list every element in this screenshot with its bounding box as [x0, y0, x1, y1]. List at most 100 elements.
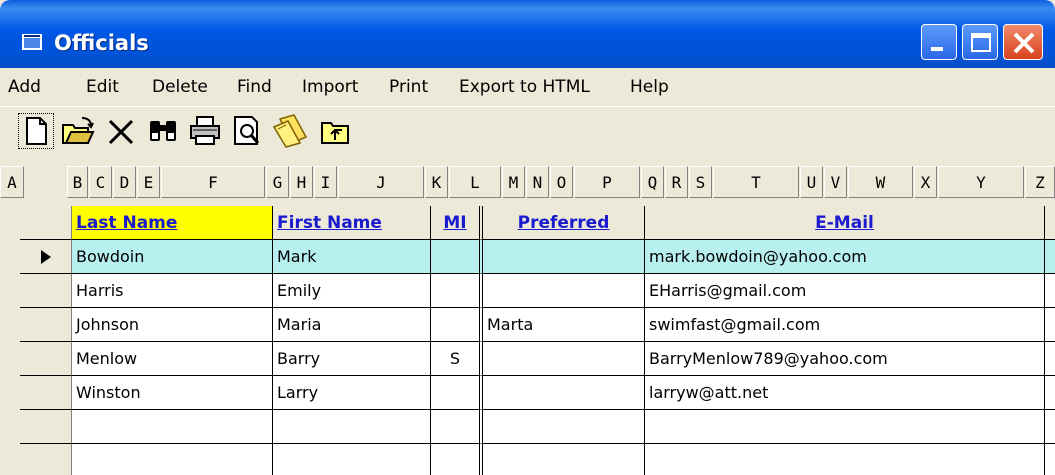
title-bar[interactable]: Officials — [0, 0, 1055, 68]
menu-edit[interactable]: Edit — [86, 77, 119, 97]
cell-first-name[interactable] — [273, 410, 431, 444]
menu-find[interactable]: Find — [237, 77, 272, 97]
letter-h[interactable]: H — [290, 166, 313, 198]
cell-email[interactable] — [645, 444, 1045, 475]
cell-first-name[interactable]: Maria — [273, 308, 431, 342]
cell-mi[interactable] — [431, 376, 483, 410]
letter-z[interactable]: Z — [1025, 166, 1055, 198]
cell-mi[interactable]: S — [431, 342, 483, 376]
cell-email[interactable] — [645, 410, 1045, 444]
letter-x[interactable]: X — [914, 166, 937, 198]
cell-mi[interactable] — [431, 274, 483, 308]
menu-export-html[interactable]: Export to HTML — [459, 77, 590, 97]
maximize-button[interactable] — [962, 24, 998, 60]
binoculars-find-icon[interactable] — [146, 113, 182, 149]
cell-mi[interactable] — [431, 410, 483, 444]
letter-m[interactable]: M — [502, 166, 525, 198]
new-document-icon[interactable] — [18, 113, 54, 149]
cell-filler — [1045, 308, 1055, 342]
cell-preferred[interactable] — [483, 274, 645, 308]
letter-k[interactable]: K — [425, 166, 448, 198]
letter-r[interactable]: R — [665, 166, 688, 198]
letter-o[interactable]: O — [550, 166, 573, 198]
row-selector-current[interactable] — [20, 240, 72, 274]
row-selector[interactable] — [20, 444, 72, 475]
cell-mi[interactable] — [431, 240, 483, 274]
cell-first-name[interactable] — [273, 444, 431, 475]
officials-grid[interactable]: Last Name First Name MI Preferred E-Mail… — [20, 206, 1055, 475]
cell-last-name[interactable]: Harris — [72, 274, 273, 308]
row-selector[interactable] — [20, 410, 72, 444]
header-preferred[interactable]: Preferred — [483, 206, 645, 240]
letter-a[interactable]: A — [0, 166, 24, 198]
row-selector[interactable] — [20, 342, 72, 376]
menu-delete[interactable]: Delete — [152, 77, 208, 97]
open-folder-icon[interactable] — [60, 113, 96, 149]
row-selector[interactable] — [20, 376, 72, 410]
letter-b[interactable]: B — [67, 166, 88, 198]
letter-j[interactable]: J — [338, 166, 424, 198]
letter-e[interactable]: E — [137, 166, 160, 198]
letter-d[interactable]: D — [113, 166, 136, 198]
cell-email[interactable]: mark.bowdoin@yahoo.com — [645, 240, 1045, 274]
minimize-button[interactable] — [921, 24, 957, 60]
cell-email[interactable]: larryw@att.net — [645, 376, 1045, 410]
cell-last-name[interactable] — [72, 410, 273, 444]
folder-open-icon[interactable] — [272, 113, 312, 149]
cell-last-name[interactable]: Bowdoin — [72, 240, 273, 274]
cell-preferred[interactable] — [483, 240, 645, 274]
cell-preferred[interactable] — [483, 342, 645, 376]
letter-v[interactable]: V — [824, 166, 847, 198]
cell-last-name[interactable]: Johnson — [72, 308, 273, 342]
cell-mi[interactable] — [431, 308, 483, 342]
letter-t[interactable]: T — [713, 166, 799, 198]
row-selector[interactable] — [20, 274, 72, 308]
cell-preferred[interactable] — [483, 376, 645, 410]
letter-s[interactable]: S — [689, 166, 712, 198]
cell-first-name[interactable]: Emily — [273, 274, 431, 308]
cell-preferred[interactable] — [483, 444, 645, 475]
cell-first-name[interactable]: Barry — [273, 342, 431, 376]
cell-filler — [1045, 240, 1055, 274]
menu-print[interactable]: Print — [389, 77, 428, 97]
cell-filler — [1045, 376, 1055, 410]
letter-y[interactable]: Y — [938, 166, 1024, 198]
cell-preferred[interactable] — [483, 410, 645, 444]
up-folder-icon[interactable] — [318, 113, 354, 149]
header-last-name[interactable]: Last Name — [72, 206, 273, 240]
letter-n[interactable]: N — [526, 166, 549, 198]
cell-email[interactable]: BarryMenlow789@yahoo.com — [645, 342, 1045, 376]
letter-f[interactable]: F — [161, 166, 265, 198]
letter-l[interactable]: L — [449, 166, 501, 198]
cell-filler — [1045, 274, 1055, 308]
letter-i[interactable]: I — [314, 166, 337, 198]
letter-w[interactable]: W — [848, 166, 913, 198]
letter-g[interactable]: G — [266, 166, 289, 198]
header-mi[interactable]: MI — [431, 206, 483, 240]
cell-last-name[interactable]: Winston — [72, 376, 273, 410]
cell-filler — [1045, 342, 1055, 376]
row-selector[interactable] — [20, 308, 72, 342]
menu-add[interactable]: Add — [8, 77, 41, 97]
printer-icon[interactable] — [188, 113, 224, 149]
delete-x-icon[interactable] — [104, 113, 140, 149]
cell-preferred[interactable]: Marta — [483, 308, 645, 342]
close-button[interactable] — [1003, 24, 1043, 60]
cell-mi[interactable] — [431, 444, 483, 475]
cell-email[interactable]: EHarris@gmail.com — [645, 274, 1045, 308]
header-email[interactable]: E-Mail — [645, 206, 1045, 240]
cell-last-name[interactable] — [72, 444, 273, 475]
letter-p[interactable]: P — [574, 166, 640, 198]
letter-q[interactable]: Q — [641, 166, 664, 198]
cell-first-name[interactable]: Mark — [273, 240, 431, 274]
menu-import[interactable]: Import — [302, 77, 358, 97]
letter-u[interactable]: U — [800, 166, 823, 198]
menu-bar: Add Edit Delete Find Import Print Export… — [0, 68, 1055, 106]
print-preview-icon[interactable] — [230, 113, 266, 149]
cell-email[interactable]: swimfast@gmail.com — [645, 308, 1045, 342]
cell-last-name[interactable]: Menlow — [72, 342, 273, 376]
menu-help[interactable]: Help — [630, 77, 669, 97]
cell-first-name[interactable]: Larry — [273, 376, 431, 410]
letter-c[interactable]: C — [89, 166, 112, 198]
header-first-name[interactable]: First Name — [273, 206, 431, 240]
